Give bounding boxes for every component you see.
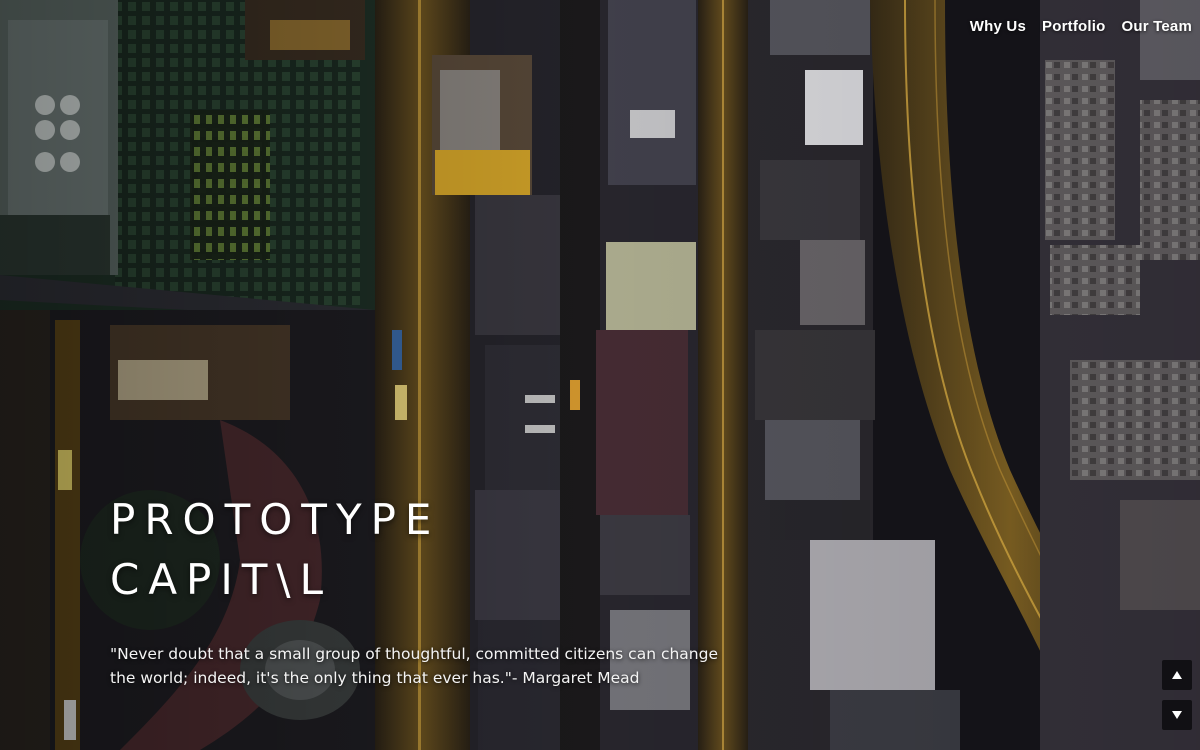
top-navigation: Why Us Portfolio Our Team: [970, 18, 1192, 35]
hero-quote: "Never doubt that a small group of thoug…: [110, 645, 718, 687]
scroll-controls: [1162, 660, 1192, 730]
scroll-down-button[interactable]: [1162, 700, 1192, 730]
triangle-up-icon: [1172, 671, 1182, 679]
city-aerial-background-image: [0, 0, 1200, 750]
brand-title-line-2: CAPIT\L: [110, 555, 332, 604]
nav-link-why-us[interactable]: Why Us: [970, 18, 1026, 35]
nav-link-portfolio[interactable]: Portfolio: [1042, 18, 1105, 35]
nav-link-our-team[interactable]: Our Team: [1121, 18, 1192, 35]
hero-section: Why Us Portfolio Our Team PROTOTYPE CAPI…: [0, 0, 1200, 750]
triangle-down-icon: [1172, 711, 1182, 719]
brand-title-line-1: PROTOTYPE: [110, 495, 441, 544]
brand-title: PROTOTYPE CAPIT\L: [110, 490, 440, 610]
scroll-up-button[interactable]: [1162, 660, 1192, 690]
